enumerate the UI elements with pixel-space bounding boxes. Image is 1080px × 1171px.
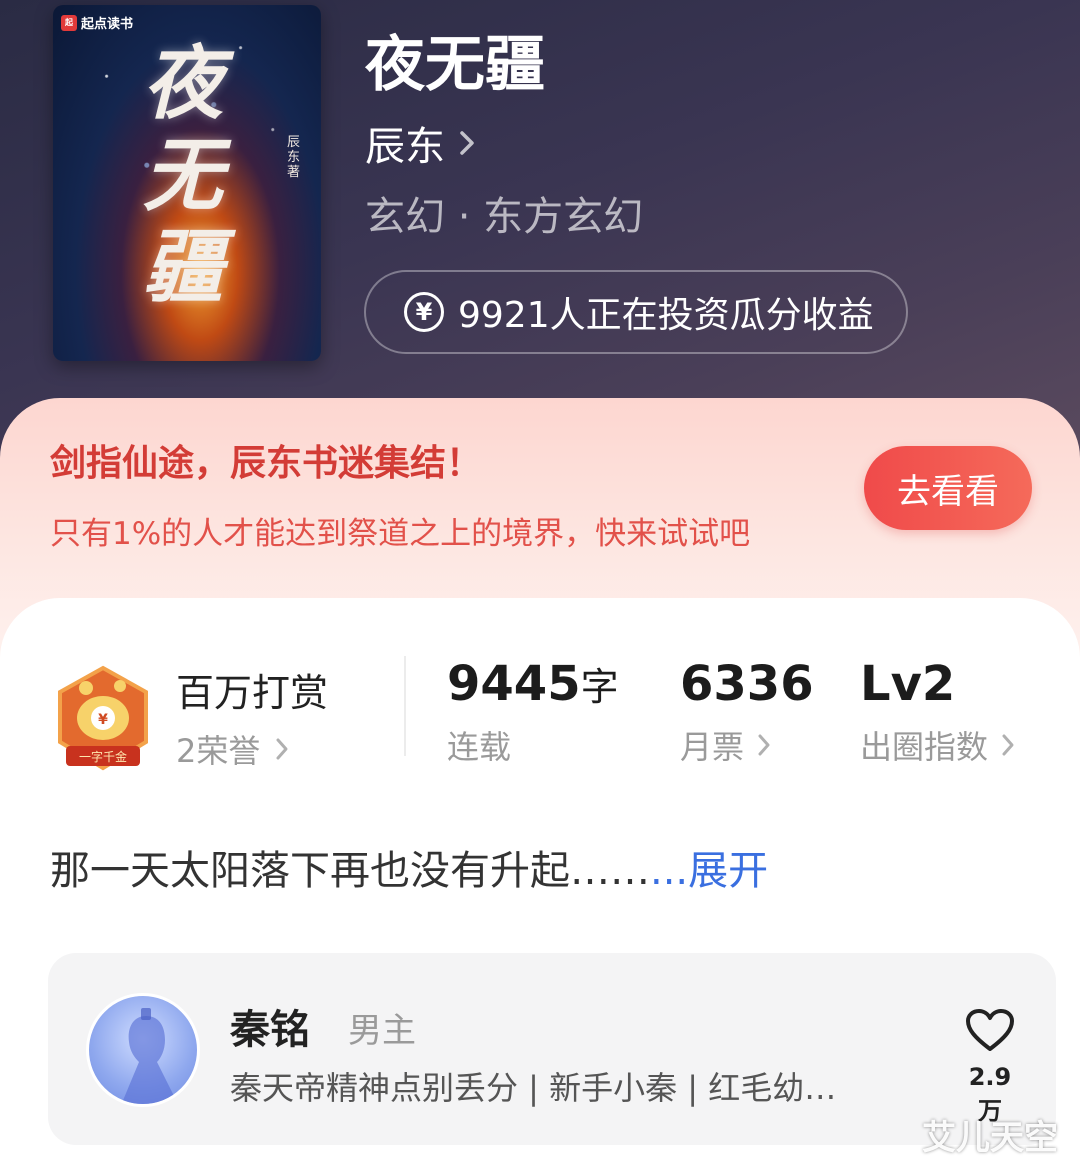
book-header: 起起点读书 夜无疆 辰东著 夜无疆 辰东 玄幻 · 东方玄幻 ¥ 9921人正在… <box>0 0 1080 460</box>
popularity-index-label: 出圈指数 <box>860 728 989 766</box>
invest-button[interactable]: ¥ 9921人正在投资瓜分收益 <box>364 270 908 354</box>
author-name: 辰东 <box>365 124 445 170</box>
watermark: 艾儿天空 <box>922 1118 1058 1158</box>
chevron-right-icon <box>460 131 474 155</box>
stats-row: ¥ 一字千金 百万打赏 2荣誉 9445字 连载 6336 月票 Lv2 出圈指… <box>0 656 1080 786</box>
like-button[interactable]: 2.9万 <box>960 1007 1020 1126</box>
reward-badge-icon[interactable]: ¥ 一字千金 <box>50 664 156 776</box>
svg-text:一字千金: 一字千金 <box>79 749 127 764</box>
word-count-value: 9445 <box>447 656 581 712</box>
character-tags: 秦天帝精神点别丢分 | 新手小秦 | 红毛幼… <box>230 1069 837 1107</box>
cover-author: 辰东著 <box>287 135 301 180</box>
word-count-stat: 9445字 连载 <box>447 656 619 768</box>
expand-link[interactable]: ...展开 <box>650 848 768 894</box>
word-count-unit: 字 <box>580 665 619 709</box>
invest-text: 9921人正在投资瓜分收益 <box>458 295 874 336</box>
book-cover[interactable]: 起起点读书 夜无疆 辰东著 <box>53 5 321 361</box>
monthly-ticket-stat[interactable]: 6336 月票 <box>680 656 814 768</box>
cover-brand-logo: 起起点读书 <box>61 13 133 32</box>
character-card[interactable]: 秦铭 男主 秦天帝精神点别丢分 | 新手小秦 | 红毛幼… 2.9万 <box>48 953 1056 1145</box>
promo-subtitle: 只有1%的人才能达到祭道之上的境界，快来试试吧 <box>50 516 751 552</box>
popularity-index-stat[interactable]: Lv2 出圈指数 <box>860 656 1016 768</box>
character-name: 秦铭 <box>230 1007 310 1053</box>
synopsis-text: 那一天太阳落下再也没有升起…… <box>50 848 650 894</box>
chevron-right-icon <box>276 738 288 760</box>
character-role: 男主 <box>348 1011 416 1051</box>
book-genre: 玄幻 · 东方玄幻 <box>365 194 644 240</box>
heart-icon <box>966 1009 1014 1051</box>
monthly-ticket-value: 6336 <box>680 656 814 712</box>
monthly-ticket-label: 月票 <box>680 728 745 766</box>
book-detail-page: 起起点读书 夜无疆 辰东著 夜无疆 辰东 玄幻 · 东方玄幻 ¥ 9921人正在… <box>0 0 1080 1171</box>
cover-title-calligraphy: 夜无疆 <box>143 36 223 314</box>
yuan-coin-icon: ¥ <box>404 292 444 332</box>
main-content: ¥ 一字千金 百万打赏 2荣誉 9445字 连载 6336 月票 Lv2 出圈指… <box>0 598 1080 1171</box>
serial-status: 连载 <box>447 728 512 766</box>
author-link[interactable]: 辰东 <box>365 114 477 172</box>
honor-link[interactable]: 2荣誉 <box>176 726 290 772</box>
character-avatar[interactable] <box>86 993 200 1107</box>
promo-title: 剑指仙途，辰东书迷集结！ <box>50 443 483 484</box>
chevron-right-icon <box>1002 734 1014 756</box>
book-title: 夜无疆 <box>365 30 545 100</box>
character-silhouette-icon <box>121 1008 178 1104</box>
synopsis: 那一天太阳落下再也没有升起……...展开 <box>50 838 768 896</box>
honor-count: 2荣誉 <box>176 732 261 770</box>
stats-divider <box>404 656 406 756</box>
svg-text:¥: ¥ <box>98 712 108 728</box>
popularity-level-value: Lv2 <box>860 656 956 712</box>
go-see-button[interactable]: 去看看 <box>864 446 1032 530</box>
honor-title: 百万打赏 <box>176 671 329 715</box>
chevron-right-icon <box>758 734 770 756</box>
